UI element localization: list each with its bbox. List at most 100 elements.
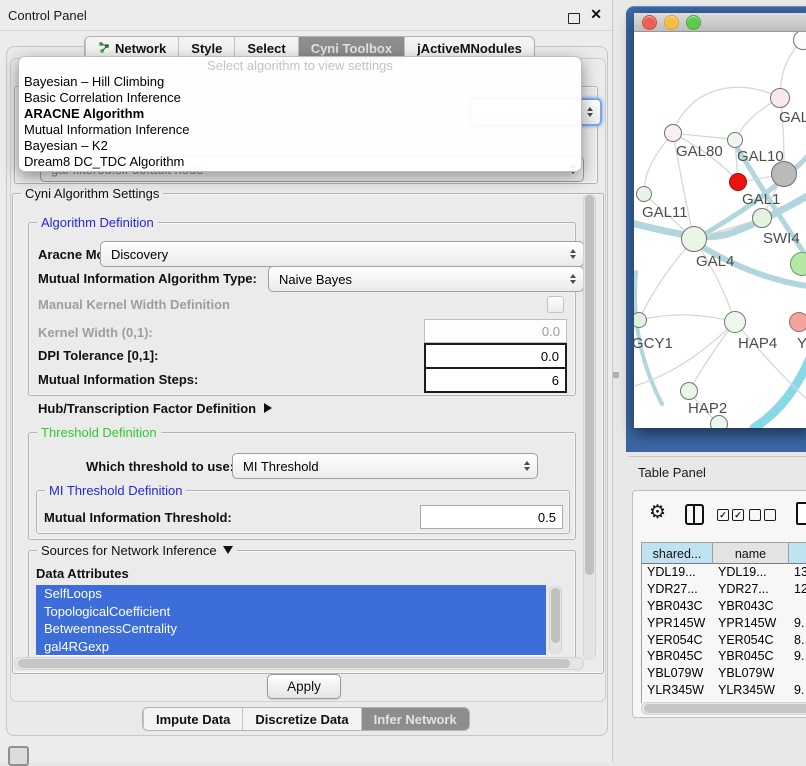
network-node[interactable] <box>636 186 652 202</box>
algorithm-dropdown-popup: Select algorithm to view settings Bayesi… <box>18 56 582 172</box>
panel-tab-label: Select <box>247 41 285 56</box>
attribute-list-item[interactable]: SelfLoops <box>36 585 546 603</box>
table-row[interactable]: YLR345WYLR345W9. <box>642 682 806 699</box>
which-threshold-value: MI Threshold <box>243 459 319 474</box>
combo-arrows-icon <box>570 249 576 259</box>
settings-vscrollbar[interactable] <box>583 194 596 660</box>
screen: { "control_panel": { "title": "Control P… <box>0 0 806 762</box>
network-node[interactable] <box>664 124 682 142</box>
table-column-header[interactable]: name <box>713 542 789 564</box>
table-cell: YDL19... <box>713 564 789 581</box>
sources-toggle[interactable]: Sources for Network Inference <box>37 543 237 558</box>
bottom-tab[interactable]: Impute Data <box>143 708 242 730</box>
table-row[interactable]: YDL19...YDL19...13 <box>642 564 806 581</box>
float-window-icon[interactable] <box>568 13 580 24</box>
network-node-label: HAP4 <box>738 335 777 352</box>
table-row[interactable]: YBR043CYBR043C <box>642 598 806 615</box>
table-panel-title: Table Panel <box>638 465 706 480</box>
unchecked-columns-icon[interactable] <box>749 509 776 521</box>
settings-hscrollbar-thumb[interactable] <box>18 659 570 668</box>
table-cell <box>789 665 806 682</box>
network-node[interactable] <box>770 88 790 108</box>
network-node[interactable] <box>789 312 806 332</box>
table-column-header[interactable] <box>789 542 806 564</box>
attribute-list-item[interactable]: BetweennessCentrality <box>36 620 546 638</box>
algorithm-option[interactable]: Bayesian – K2 <box>19 138 581 154</box>
algorithm-option[interactable]: Mutual Information Inference <box>19 122 581 138</box>
zoom-traffic-icon[interactable] <box>686 15 701 30</box>
attributes-scrollbar[interactable] <box>549 585 562 654</box>
attribute-list-item[interactable]: gal4RGexp <box>36 638 546 656</box>
control-panel: Control Panel ✕ Network Style Select <box>0 0 613 762</box>
manual-kernel-checkbox[interactable] <box>547 296 564 313</box>
network-node-label: GAL1 <box>742 191 780 208</box>
file-icon[interactable] <box>796 502 806 525</box>
network-window-titlebar[interactable] <box>634 13 806 32</box>
kernel-width-field[interactable]: 0.0 <box>424 319 567 343</box>
table-cell: YDR27... <box>713 581 789 598</box>
settings-hscrollbar[interactable] <box>14 657 584 670</box>
bottom-tab[interactable]: Discretize Data <box>242 708 360 730</box>
algorithm-option[interactable]: ARACNE Algorithm <box>19 106 581 122</box>
algorithm-option[interactable]: Dream8 DC_TDC Algorithm <box>19 154 581 170</box>
network-node[interactable] <box>793 32 806 50</box>
table-row[interactable]: YPR145WYPR145W9. <box>642 615 806 632</box>
hub-section-toggle[interactable]: Hub/Transcription Factor Definition <box>38 401 272 416</box>
gear-icon[interactable]: ⚙ <box>649 501 666 524</box>
attributes-scrollbar-thumb[interactable] <box>551 588 560 643</box>
data-attributes-label: Data Attributes <box>36 566 129 581</box>
table-hscrollbar-thumb[interactable] <box>644 704 806 713</box>
attributes-list[interactable]: SelfLoops TopologicalCoefficient Between… <box>36 585 546 656</box>
network-nodes-layer: GALGAL80GAL10GAL1GAL11SWI4GAL4GCY1HAP4YH… <box>634 32 806 428</box>
table-row[interactable]: YBL079WYBL079W <box>642 665 806 682</box>
dpi-tolerance-field[interactable]: 0.0 <box>424 343 567 369</box>
split-columns-icon[interactable] <box>685 504 704 525</box>
network-node[interactable] <box>680 382 698 400</box>
mi-steps-field[interactable]: 6 <box>424 367 567 393</box>
network-node[interactable] <box>724 311 746 333</box>
checked-columns-icon[interactable]: ✓✓ <box>717 509 744 521</box>
table-cell: 12 <box>789 581 806 598</box>
minimize-traffic-icon[interactable] <box>664 15 679 30</box>
table-cell: YBR043C <box>713 598 789 615</box>
table-cell: YDR27... <box>642 581 713 598</box>
combo-arrows-icon <box>524 461 530 471</box>
threshold-definition-title: Threshold Definition <box>37 425 161 440</box>
bottom-tab-label: Infer Network <box>374 712 457 727</box>
table-row[interactable]: YBR045CYBR045C9. <box>642 648 806 665</box>
network-node[interactable] <box>729 173 747 191</box>
settings-vscrollbar-thumb[interactable] <box>585 195 594 575</box>
table-row[interactable]: YDR27...YDR27...12 <box>642 581 806 598</box>
table-row[interactable]: YER054CYER054C8. <box>642 632 806 649</box>
table-column-header[interactable]: shared... <box>642 542 713 564</box>
attribute-list-item[interactable]: TopologicalCoefficient <box>36 603 546 621</box>
network-canvas[interactable]: GALGAL80GAL10GAL1GAL11SWI4GAL4GCY1HAP4YH… <box>634 32 806 428</box>
table-cell: YBR045C <box>642 648 713 665</box>
table-cell: YLR345W <box>713 682 789 699</box>
table-cell: YDL19... <box>642 564 713 581</box>
table-cell: YPR145W <box>713 615 789 632</box>
network-node[interactable] <box>681 226 707 252</box>
close-icon[interactable]: ✕ <box>590 6 602 23</box>
mi-type-combo[interactable]: Naive Bayes <box>268 266 584 292</box>
table-hscrollbar[interactable] <box>641 702 806 715</box>
apply-button[interactable]: Apply <box>267 674 341 699</box>
network-node[interactable] <box>634 312 647 328</box>
collapsed-panel-icon[interactable] <box>8 746 29 766</box>
network-node[interactable] <box>727 132 743 148</box>
algorithm-option[interactable]: Bayesian – Hill Climbing <box>19 74 581 90</box>
pane-splitter-handle[interactable] <box>613 372 619 378</box>
bottom-tab[interactable]: Infer Network <box>361 708 469 730</box>
which-threshold-label: Which threshold to use: <box>86 459 234 474</box>
algorithm-option[interactable]: Basic Correlation Inference <box>19 90 581 106</box>
network-node-label: GAL <box>779 109 806 126</box>
aracne-mode-combo[interactable]: Discovery <box>100 241 584 267</box>
close-traffic-icon[interactable] <box>642 15 657 30</box>
network-node[interactable] <box>790 252 806 276</box>
network-node[interactable] <box>752 208 772 228</box>
mi-threshold-field[interactable]: 0.5 <box>420 505 563 529</box>
algorithm-list: Bayesian – Hill Climbing Basic Correlati… <box>19 74 581 170</box>
which-threshold-combo[interactable]: MI Threshold <box>232 453 538 479</box>
table-cell <box>789 598 806 615</box>
network-window: GALGAL80GAL10GAL1GAL11SWI4GAL4GCY1HAP4YH… <box>634 13 806 428</box>
